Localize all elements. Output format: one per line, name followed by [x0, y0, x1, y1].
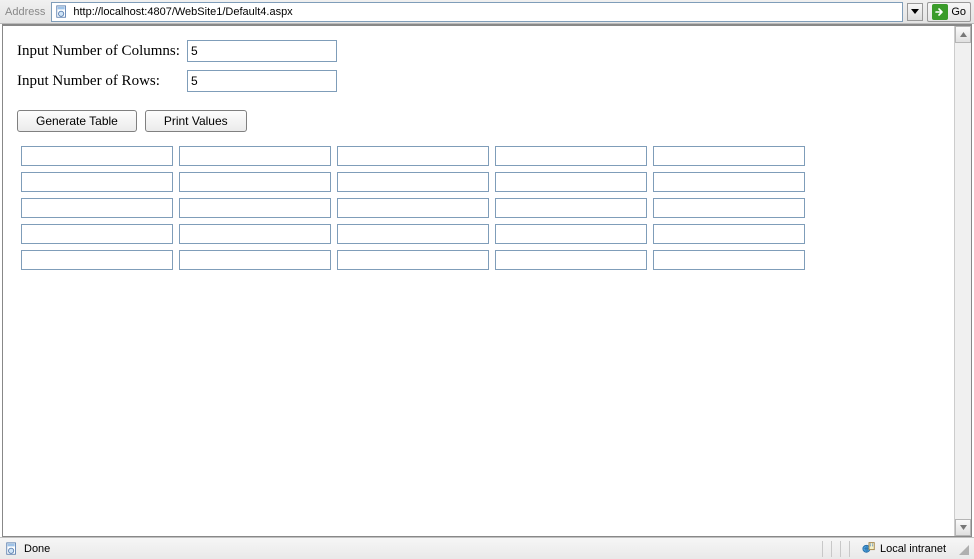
scroll-down-button[interactable] [955, 519, 971, 536]
status-separator [840, 541, 841, 557]
address-label: Address [3, 6, 47, 18]
table-cell-input[interactable] [337, 172, 489, 192]
status-page-icon [4, 541, 20, 557]
rows-label: Input Number of Rows: [17, 73, 187, 90]
generated-table [15, 140, 811, 276]
table-cell-input[interactable] [653, 146, 805, 166]
intranet-icon [862, 540, 876, 557]
table-cell-input[interactable] [21, 250, 173, 270]
table-cell-input[interactable] [179, 146, 331, 166]
table-cell-input[interactable] [337, 146, 489, 166]
columns-row: Input Number of Columns: [17, 40, 940, 62]
status-left: Done [4, 541, 816, 557]
page-body: Input Number of Columns: Input Number of… [3, 26, 954, 536]
go-button[interactable]: Go [927, 2, 971, 22]
vertical-scrollbar[interactable] [954, 26, 971, 536]
status-bar: Done Local intranet [0, 537, 974, 559]
table-cell-input[interactable] [495, 250, 647, 270]
table-cell-input[interactable] [21, 198, 173, 218]
table-cell-input[interactable] [653, 250, 805, 270]
url-text: http://localhost:4807/WebSite1/Default4.… [73, 6, 900, 18]
table-cell-input[interactable] [495, 146, 647, 166]
resize-grip[interactable] [956, 542, 970, 556]
page-icon [54, 4, 70, 20]
table-cell-input[interactable] [495, 198, 647, 218]
rows-row: Input Number of Rows: [17, 70, 940, 92]
status-separator [822, 541, 823, 557]
print-values-button[interactable]: Print Values [145, 110, 247, 132]
button-row: Generate Table Print Values [17, 110, 940, 132]
go-label: Go [951, 6, 966, 18]
table-cell-input[interactable] [179, 224, 331, 244]
table-cell-input[interactable] [653, 198, 805, 218]
status-separator [849, 541, 850, 557]
table-cell-input[interactable] [21, 224, 173, 244]
table-cell-input[interactable] [337, 224, 489, 244]
table-cell-input[interactable] [495, 172, 647, 192]
table-row [21, 172, 805, 192]
table-cell-input[interactable] [179, 172, 331, 192]
table-row [21, 250, 805, 270]
url-field[interactable]: http://localhost:4807/WebSite1/Default4.… [51, 2, 903, 22]
table-cell-input[interactable] [21, 172, 173, 192]
scroll-up-button[interactable] [955, 26, 971, 43]
address-bar: Address http://localhost:4807/WebSite1/D… [0, 0, 974, 24]
table-cell-input[interactable] [495, 224, 647, 244]
viewport: Input Number of Columns: Input Number of… [2, 24, 972, 537]
columns-label: Input Number of Columns: [17, 43, 187, 60]
generate-table-button[interactable]: Generate Table [17, 110, 137, 132]
go-arrow-icon [932, 4, 948, 20]
table-cell-input[interactable] [337, 198, 489, 218]
table-cell-input[interactable] [179, 198, 331, 218]
zone-label: Local intranet [880, 543, 946, 555]
table-row [21, 198, 805, 218]
table-cell-input[interactable] [337, 250, 489, 270]
table-cell-input[interactable] [21, 146, 173, 166]
table-cell-input[interactable] [653, 172, 805, 192]
url-dropdown-button[interactable] [907, 3, 923, 21]
rows-input[interactable] [187, 70, 337, 92]
security-zone: Local intranet [856, 540, 952, 557]
table-row [21, 146, 805, 166]
table-cell-input[interactable] [179, 250, 331, 270]
table-row [21, 224, 805, 244]
status-text: Done [24, 543, 50, 555]
columns-input[interactable] [187, 40, 337, 62]
status-separator [831, 541, 832, 557]
table-cell-input[interactable] [653, 224, 805, 244]
